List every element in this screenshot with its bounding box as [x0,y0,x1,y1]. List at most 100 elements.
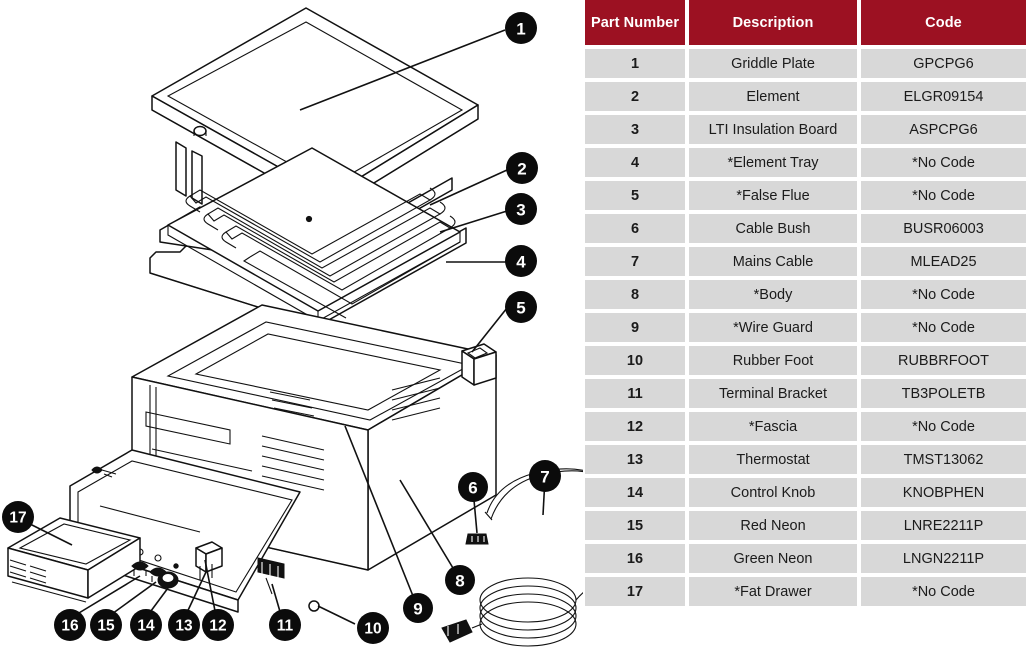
callout-14[interactable]: 14 [130,609,162,641]
cell-description: Cable Bush [689,214,857,243]
table-row: 5 *False Flue *No Code [585,181,1026,210]
cell-part-number: 14 [585,478,685,507]
callout-label-12: 12 [209,618,226,635]
callout-label-8: 8 [455,572,464,591]
cell-code: GPCPG6 [861,49,1026,78]
cell-code: LNRE2211P [861,511,1026,540]
callout-3[interactable]: 3 [505,193,537,225]
cell-code: TMST13062 [861,445,1026,474]
callout-8[interactable]: 8 [445,565,475,595]
part-cable-bush [465,533,489,545]
cell-description: Mains Cable [689,247,857,276]
cell-code: KNOBPHEN [861,478,1026,507]
cell-code: *No Code [861,412,1026,441]
cell-part-number: 15 [585,511,685,540]
callout-7[interactable]: 7 [529,460,561,492]
table-row: 14 Control Knob KNOBPHEN [585,478,1026,507]
table-row: 8 *Body *No Code [585,280,1026,309]
callout-label-15: 15 [97,618,115,635]
cell-description: Thermostat [689,445,857,474]
cell-part-number: 13 [585,445,685,474]
column-header-part-number: Part Number [585,0,685,45]
cell-part-number: 3 [585,115,685,144]
exploded-parts-diagram: 1 2 3 4 5 6 7 8 9 10 11 12 13 14 15 16 1… [0,0,583,650]
callout-5[interactable]: 5 [505,291,537,323]
table-header-row: Part Number Description Code [585,0,1026,45]
table-row: 3 LTI Insulation Board ASPCPG6 [585,115,1026,144]
cell-part-number: 16 [585,544,685,573]
table-row: 13 Thermostat TMST13062 [585,445,1026,474]
cell-code: TB3POLETB [861,379,1026,408]
cell-description: LTI Insulation Board [689,115,857,144]
callout-label-4: 4 [516,253,526,272]
table-row: 7 Mains Cable MLEAD25 [585,247,1026,276]
callout-17[interactable]: 17 [2,501,34,533]
cell-code: BUSR06003 [861,214,1026,243]
callout-6[interactable]: 6 [458,472,488,502]
cell-description: Griddle Plate [689,49,857,78]
callout-label-14: 14 [137,618,155,635]
callout-13[interactable]: 13 [168,609,200,641]
cell-code: ASPCPG6 [861,115,1026,144]
table-row: 11 Terminal Bracket TB3POLETB [585,379,1026,408]
cell-part-number: 7 [585,247,685,276]
cell-description: Red Neon [689,511,857,540]
callout-label-13: 13 [175,618,193,635]
cell-description: *Element Tray [689,148,857,177]
cell-part-number: 9 [585,313,685,342]
cell-code: *No Code [861,280,1026,309]
cell-part-number: 10 [585,346,685,375]
cell-code: *No Code [861,148,1026,177]
table-row: 16 Green Neon LNGN2211P [585,544,1026,573]
callout-2[interactable]: 2 [506,152,538,184]
mains-plug-icon [441,619,483,643]
callout-10[interactable]: 10 [357,612,389,644]
cell-description: *Fat Drawer [689,577,857,606]
cell-description: *Body [689,280,857,309]
parts-list-table-container: Part Number Description Code 1 Griddle Pl… [583,0,1026,650]
cell-description: *Wire Guard [689,313,857,342]
callout-9[interactable]: 9 [403,593,433,623]
cell-code: ELGR09154 [861,82,1026,111]
cell-part-number: 1 [585,49,685,78]
table-row: 17 *Fat Drawer *No Code [585,577,1026,606]
callout-label-2: 2 [517,160,526,179]
callout-16[interactable]: 16 [54,609,86,641]
cell-description: Control Knob [689,478,857,507]
cell-part-number: 4 [585,148,685,177]
cell-code: RUBBRFOOT [861,346,1026,375]
table-row: 9 *Wire Guard *No Code [585,313,1026,342]
callout-4[interactable]: 4 [505,245,537,277]
table-row: 2 Element ELGR09154 [585,82,1026,111]
callout-label-1: 1 [516,20,525,39]
callout-label-9: 9 [413,600,422,619]
callout-label-17: 17 [9,510,26,527]
part-false-flue [461,343,497,386]
callout-label-16: 16 [61,618,79,635]
cell-code: *No Code [861,313,1026,342]
callout-12[interactable]: 12 [202,609,234,641]
callout-label-5: 5 [516,299,525,318]
cell-part-number: 12 [585,412,685,441]
cell-description: *Fascia [689,412,857,441]
parts-list-table: Part Number Description Code 1 Griddle Pl… [581,0,1026,610]
cell-code: LNGN2211P [861,544,1026,573]
callout-11[interactable]: 11 [269,609,301,641]
cell-description: Terminal Bracket [689,379,857,408]
cell-code: *No Code [861,181,1026,210]
callout-15[interactable]: 15 [90,609,122,641]
cell-part-number: 17 [585,577,685,606]
cell-part-number: 5 [585,181,685,210]
part-rubber-foot [308,600,320,612]
callout-label-7: 7 [540,468,549,487]
cell-description: Green Neon [689,544,857,573]
table-row: 6 Cable Bush BUSR06003 [585,214,1026,243]
cell-part-number: 6 [585,214,685,243]
cell-code: *No Code [861,577,1026,606]
cell-part-number: 8 [585,280,685,309]
callout-1[interactable]: 1 [505,12,537,44]
table-row: 15 Red Neon LNRE2211P [585,511,1026,540]
table-row: 4 *Element Tray *No Code [585,148,1026,177]
part-control-knob [157,571,179,589]
cell-part-number: 11 [585,379,685,408]
